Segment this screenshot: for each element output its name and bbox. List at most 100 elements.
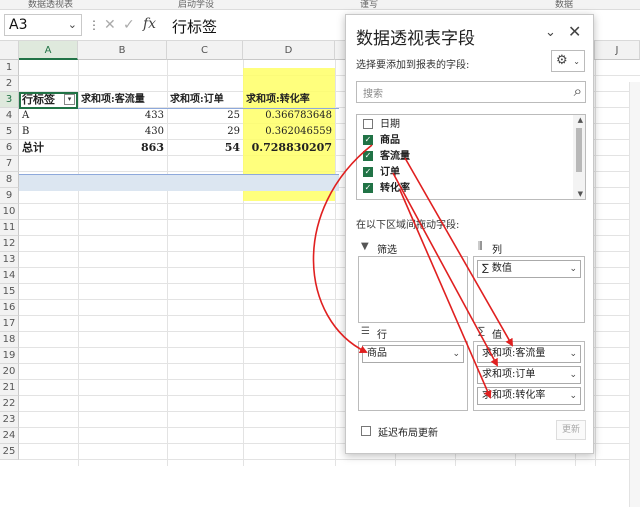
row-header[interactable]: 23 bbox=[0, 412, 19, 428]
row-header[interactable]: 24 bbox=[0, 428, 19, 444]
column-header[interactable]: C bbox=[167, 41, 243, 60]
field-checkbox[interactable]: ✓ bbox=[363, 167, 373, 177]
field-checkbox[interactable]: ✓ bbox=[363, 135, 373, 145]
column-header[interactable]: B bbox=[78, 41, 167, 60]
scroll-up-icon[interactable]: ▲ bbox=[578, 116, 583, 124]
confirm-icon[interactable]: ✓ bbox=[123, 17, 135, 33]
pivot-cell[interactable]: 25 bbox=[167, 108, 243, 124]
row-header[interactable]: 3 bbox=[0, 92, 19, 108]
row-header[interactable]: 19 bbox=[0, 348, 19, 364]
settings-button[interactable]: ⚙ ⌄ bbox=[551, 50, 585, 72]
pivot-cell[interactable]: 0.366783648 bbox=[243, 108, 335, 124]
pivot-row-label[interactable]: A bbox=[19, 108, 78, 124]
row-header[interactable]: 11 bbox=[0, 220, 19, 236]
row-header[interactable]: 16 bbox=[0, 300, 19, 316]
column-header[interactable]: A bbox=[19, 41, 78, 60]
pivot-value-header[interactable]: 求和项:订单 bbox=[167, 92, 243, 108]
row-header[interactable]: 1 bbox=[0, 60, 19, 76]
field-list-scrollbar[interactable]: ▲ ▼ bbox=[573, 115, 585, 199]
pivot-cell[interactable]: 433 bbox=[78, 108, 167, 124]
panel-title: 数据透视表字段 bbox=[356, 29, 475, 49]
row-header[interactable]: 4 bbox=[0, 108, 19, 124]
ribbon-tab[interactable]: 启动学设 bbox=[178, 0, 214, 9]
columns-drop-zone[interactable]: ∑ 数值 ⌄ bbox=[473, 256, 585, 323]
field-search-input[interactable]: 搜索 ⌕ bbox=[356, 81, 586, 103]
row-header[interactable]: 13 bbox=[0, 252, 19, 268]
row-header[interactable]: 5 bbox=[0, 124, 19, 140]
row-header[interactable]: 25 bbox=[0, 444, 19, 460]
pivot-total-band bbox=[19, 174, 339, 191]
pivot-cell[interactable]: 430 bbox=[78, 124, 167, 140]
chevron-down-icon[interactable]: ⌄ bbox=[569, 388, 577, 404]
values-drop-zone[interactable]: 求和项:客流量 ⌄ 求和项:订单 ⌄ 求和项:转化率 ⌄ bbox=[473, 341, 585, 411]
pivot-total-cell[interactable]: 54 bbox=[167, 140, 243, 156]
insert-function-icon[interactable]: fx bbox=[143, 16, 156, 32]
row-header[interactable]: 20 bbox=[0, 364, 19, 380]
row-header[interactable]: 21 bbox=[0, 380, 19, 396]
chevron-down-icon[interactable]: ⌄ bbox=[68, 18, 77, 31]
row-header[interactable]: 15 bbox=[0, 284, 19, 300]
row-header[interactable]: 8 bbox=[0, 172, 19, 188]
cancel-icon[interactable]: ✕ bbox=[104, 17, 116, 33]
more-options-icon[interactable]: ⋮ bbox=[88, 18, 100, 32]
ribbon-tab[interactable]: 谨写 bbox=[360, 0, 378, 9]
field-checkbox[interactable] bbox=[363, 119, 373, 129]
values-field-traffic[interactable]: 求和项:客流量 ⌄ bbox=[477, 345, 581, 363]
pivot-cell[interactable]: 0.362046559 bbox=[243, 124, 335, 140]
field-checkbox[interactable]: ✓ bbox=[363, 151, 373, 161]
column-header[interactable]: J bbox=[595, 41, 640, 60]
gear-icon: ⚙ bbox=[556, 53, 568, 68]
ribbon-tab[interactable]: 数据透视表 bbox=[28, 0, 73, 9]
rows-drop-zone[interactable]: 商品 ⌄ bbox=[358, 341, 468, 411]
rows-field-product[interactable]: 商品 ⌄ bbox=[362, 345, 464, 363]
row-header[interactable]: 10 bbox=[0, 204, 19, 220]
close-icon[interactable]: ✕ bbox=[568, 22, 581, 41]
chevron-down-icon[interactable]: ⌄ bbox=[569, 367, 577, 383]
field-item-traffic[interactable]: ✓ 客流量 bbox=[363, 149, 410, 165]
chevron-down-icon[interactable]: ⌄ bbox=[569, 346, 577, 362]
pivot-total-cell[interactable]: 0.728830207 bbox=[243, 140, 335, 156]
pivot-total-cell[interactable]: 863 bbox=[78, 140, 167, 156]
scroll-down-icon[interactable]: ▼ bbox=[578, 190, 583, 198]
row-header[interactable]: 6 bbox=[0, 140, 19, 156]
chevron-down-icon[interactable]: ⌄ bbox=[569, 261, 577, 277]
pivot-value-header[interactable]: 求和项:转化率 bbox=[243, 92, 335, 108]
search-icon[interactable]: ⌕ bbox=[574, 82, 582, 100]
pivot-value-header[interactable]: 求和项:客流量 bbox=[78, 92, 167, 108]
vertical-scrollbar[interactable] bbox=[629, 82, 640, 507]
row-header[interactable]: 7 bbox=[0, 156, 19, 172]
filters-drop-zone[interactable] bbox=[358, 256, 468, 323]
values-field-orders[interactable]: 求和项:订单 ⌄ bbox=[477, 366, 581, 384]
row-header[interactable]: 2 bbox=[0, 76, 19, 92]
formula-input[interactable]: 行标签 bbox=[172, 16, 217, 37]
defer-update-checkbox[interactable] bbox=[361, 426, 371, 436]
pivot-total-label[interactable]: 总计 bbox=[19, 140, 78, 156]
field-item-date[interactable]: 日期 bbox=[363, 117, 400, 133]
row-header[interactable]: 14 bbox=[0, 268, 19, 284]
active-cell-selection bbox=[19, 92, 78, 109]
ribbon-tab[interactable]: 数据 bbox=[555, 0, 573, 9]
field-item-orders[interactable]: ✓ 订单 bbox=[363, 165, 400, 181]
chevron-down-icon[interactable]: ⌄ bbox=[545, 25, 556, 40]
scroll-thumb[interactable] bbox=[576, 128, 582, 172]
field-item-product[interactable]: ✓ 商品 bbox=[363, 133, 400, 149]
pivot-row-label[interactable]: B bbox=[19, 124, 78, 140]
column-header[interactable]: D bbox=[243, 41, 335, 60]
row-header[interactable]: 18 bbox=[0, 332, 19, 348]
row-header[interactable]: 17 bbox=[0, 316, 19, 332]
pivot-cell[interactable]: 29 bbox=[167, 124, 243, 140]
field-item-rate[interactable]: ✓ 转化率 bbox=[363, 181, 410, 197]
chevron-down-icon[interactable]: ⌄ bbox=[452, 346, 460, 362]
values-field-rate[interactable]: 求和项:转化率 ⌄ bbox=[477, 387, 581, 405]
columns-field-values[interactable]: ∑ 数值 ⌄ bbox=[477, 260, 581, 278]
values-area-label: 值 bbox=[492, 330, 502, 341]
update-button[interactable]: 更新 bbox=[556, 420, 586, 440]
chevron-down-icon: ⌄ bbox=[573, 57, 580, 66]
select-all-corner[interactable] bbox=[0, 41, 19, 60]
name-box[interactable]: A3 ⌄ bbox=[4, 14, 82, 36]
row-header[interactable]: 22 bbox=[0, 396, 19, 412]
row-header[interactable]: 12 bbox=[0, 236, 19, 252]
search-placeholder: 搜索 bbox=[363, 89, 383, 100]
field-checkbox[interactable]: ✓ bbox=[363, 183, 373, 193]
row-header[interactable]: 9 bbox=[0, 188, 19, 204]
